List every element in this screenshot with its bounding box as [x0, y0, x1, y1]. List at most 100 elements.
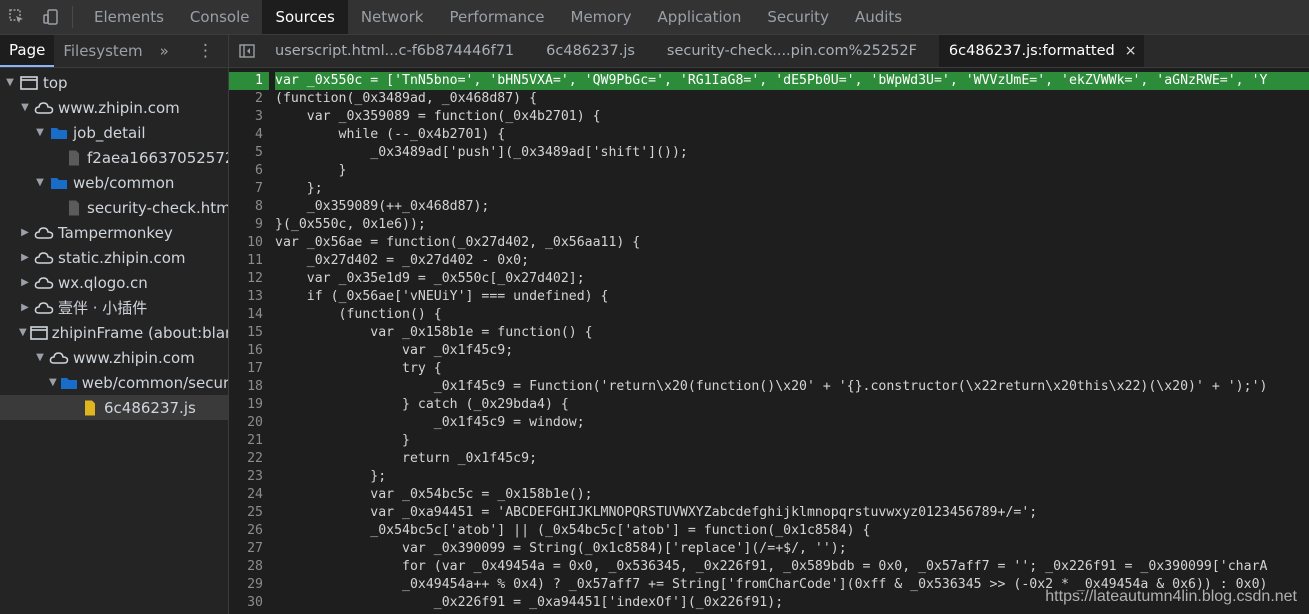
- expand-arrow-icon[interactable]: ▼: [19, 327, 27, 338]
- line-number[interactable]: 29: [229, 576, 269, 594]
- line-number[interactable]: 4: [229, 126, 269, 144]
- tab-elements[interactable]: Elements: [81, 0, 177, 34]
- navigator-tab-filesystem[interactable]: Filesystem: [54, 35, 151, 67]
- code-line[interactable]: try {: [275, 360, 1309, 378]
- code-line[interactable]: var _0x54bc5c = _0x158b1e();: [275, 486, 1309, 504]
- line-number[interactable]: 5: [229, 144, 269, 162]
- line-number[interactable]: 11: [229, 252, 269, 270]
- tab-audits[interactable]: Audits: [842, 0, 915, 34]
- code-line[interactable]: var _0x550c = ['TnN5bno=', 'bHN5VXA=', '…: [275, 72, 1309, 90]
- expand-arrow-icon[interactable]: ▼: [34, 177, 46, 188]
- code-line[interactable]: var _0x359089 = function(_0x4b2701) {: [275, 108, 1309, 126]
- line-number[interactable]: 14: [229, 306, 269, 324]
- tree-item-folder[interactable]: ▼ job_detail: [0, 120, 228, 145]
- code-line[interactable]: _0x27d402 = _0x27d402 - 0x0;: [275, 252, 1309, 270]
- collapse-arrow-icon[interactable]: ▶: [19, 302, 31, 313]
- toggle-navigator-icon[interactable]: [229, 35, 265, 67]
- code-line[interactable]: }: [275, 432, 1309, 450]
- code-line[interactable]: var _0x56ae = function(_0x27d402, _0x56a…: [275, 234, 1309, 252]
- code-line[interactable]: };: [275, 180, 1309, 198]
- line-number[interactable]: 26: [229, 522, 269, 540]
- line-number[interactable]: 9: [229, 216, 269, 234]
- tree-item-folder[interactable]: ▼ web/common/securi: [0, 370, 228, 395]
- expand-arrow-icon[interactable]: ▼: [49, 377, 57, 388]
- code-editor[interactable]: 1 2 3 4 5 6 7 8 9 10 11 12 13 14 15 16 17 18 19 20 21 22 23 24 2…: [229, 68, 1309, 614]
- code-line[interactable]: };: [275, 468, 1309, 486]
- line-number[interactable]: 27: [229, 540, 269, 558]
- code-line[interactable]: var _0x35e1d9 = _0x550c[_0x27d402];: [275, 270, 1309, 288]
- tree-item-domain[interactable]: ▼ www.zhipin.com: [0, 345, 228, 370]
- line-number[interactable]: 17: [229, 360, 269, 378]
- line-number[interactable]: 21: [229, 432, 269, 450]
- line-number[interactable]: 23: [229, 468, 269, 486]
- line-number[interactable]: 8: [229, 198, 269, 216]
- code-line[interactable]: _0x3489ad['push'](_0x3489ad['shift']());: [275, 144, 1309, 162]
- expand-arrow-icon[interactable]: ▼: [4, 77, 16, 88]
- close-tab-icon[interactable]: ×: [1125, 43, 1137, 59]
- line-number[interactable]: 1: [229, 72, 269, 90]
- tree-item-file-selected[interactable]: 6c486237.js: [0, 395, 228, 420]
- line-number[interactable]: 20: [229, 414, 269, 432]
- line-number[interactable]: 16: [229, 342, 269, 360]
- line-number-gutter[interactable]: 1 2 3 4 5 6 7 8 9 10 11 12 13 14 15 16 17 18 19 20 21 22 23 24 2…: [229, 72, 269, 612]
- code-line[interactable]: var _0xa94451 = 'ABCDEFGHIJKLMNOPQRSTUVW…: [275, 504, 1309, 522]
- tree-item-domain[interactable]: ▶ 壹伴 · 小插件: [0, 295, 228, 320]
- tab-security[interactable]: Security: [754, 0, 842, 34]
- code-line[interactable]: _0x54bc5c['atob'] || (_0x54bc5c['atob'] …: [275, 522, 1309, 540]
- expand-arrow-icon[interactable]: ▼: [34, 352, 46, 363]
- line-number[interactable]: 28: [229, 558, 269, 576]
- line-number[interactable]: 6: [229, 162, 269, 180]
- tree-item-frame[interactable]: ▼ zhipinFrame (about:blank: [0, 320, 228, 345]
- code-line[interactable]: } catch (_0x29bda4) {: [275, 396, 1309, 414]
- line-number[interactable]: 3: [229, 108, 269, 126]
- code-line[interactable]: var _0x158b1e = function() {: [275, 324, 1309, 342]
- tree-item-file[interactable]: security-check.html?s: [0, 195, 228, 220]
- collapse-arrow-icon[interactable]: ▶: [19, 277, 31, 288]
- inspect-element-icon[interactable]: [0, 0, 34, 34]
- line-number[interactable]: 22: [229, 450, 269, 468]
- tab-network[interactable]: Network: [348, 0, 437, 34]
- code-line[interactable]: }(_0x550c, 0x1e6));: [275, 216, 1309, 234]
- code-line[interactable]: _0x1f45c9 = Function('return\x20(functio…: [275, 378, 1309, 396]
- editor-tab-security-check[interactable]: security-check....pin.com%25252F: [657, 35, 939, 67]
- tab-console[interactable]: Console: [177, 0, 263, 34]
- line-number[interactable]: 30: [229, 594, 269, 612]
- code-lines[interactable]: var _0x550c = ['TnN5bno=', 'bHN5VXA=', '…: [275, 72, 1309, 612]
- line-number[interactable]: 2: [229, 90, 269, 108]
- more-tabs-icon[interactable]: »: [152, 42, 177, 60]
- expand-arrow-icon[interactable]: ▼: [19, 102, 31, 113]
- code-line[interactable]: while (--_0x4b2701) {: [275, 126, 1309, 144]
- device-toolbar-icon[interactable]: [34, 0, 68, 34]
- line-number[interactable]: 19: [229, 396, 269, 414]
- tree-item-top[interactable]: ▼ top: [0, 70, 228, 95]
- code-line[interactable]: var _0x390099 = String(_0x1c8584)['repla…: [275, 540, 1309, 558]
- line-number[interactable]: 13: [229, 288, 269, 306]
- editor-tab-6c486237[interactable]: 6c486237.js: [536, 35, 657, 67]
- line-number[interactable]: 18: [229, 378, 269, 396]
- collapse-arrow-icon[interactable]: ▶: [19, 227, 31, 238]
- tree-item-domain[interactable]: ▶ static.zhipin.com: [0, 245, 228, 270]
- line-number[interactable]: 10: [229, 234, 269, 252]
- editor-tab-userscript[interactable]: userscript.html...c-f6b874446f71: [265, 35, 536, 67]
- code-line[interactable]: var _0x1f45c9;: [275, 342, 1309, 360]
- code-line[interactable]: (function() {: [275, 306, 1309, 324]
- tree-item-folder[interactable]: ▼ web/common: [0, 170, 228, 195]
- tab-application[interactable]: Application: [645, 0, 755, 34]
- tree-item-file[interactable]: f2aea166370525720X: [0, 145, 228, 170]
- code-line[interactable]: _0x1f45c9 = window;: [275, 414, 1309, 432]
- collapse-arrow-icon[interactable]: ▶: [19, 252, 31, 263]
- navigator-menu-icon[interactable]: ⋮: [183, 41, 228, 61]
- code-line[interactable]: for (var _0x49454a = 0x0, _0x536345, _0x…: [275, 558, 1309, 576]
- code-line[interactable]: _0x359089(++_0x468d87);: [275, 198, 1309, 216]
- line-number[interactable]: 24: [229, 486, 269, 504]
- code-line[interactable]: return _0x1f45c9;: [275, 450, 1309, 468]
- code-line[interactable]: }: [275, 162, 1309, 180]
- line-number[interactable]: 7: [229, 180, 269, 198]
- tab-sources[interactable]: Sources: [262, 0, 348, 34]
- line-number[interactable]: 25: [229, 504, 269, 522]
- editor-tab-formatted[interactable]: 6c486237.js:formatted ×: [938, 35, 1145, 67]
- tab-performance[interactable]: Performance: [436, 0, 557, 34]
- line-number[interactable]: 15: [229, 324, 269, 342]
- tree-item-domain[interactable]: ▶ Tampermonkey: [0, 220, 228, 245]
- line-number[interactable]: 12: [229, 270, 269, 288]
